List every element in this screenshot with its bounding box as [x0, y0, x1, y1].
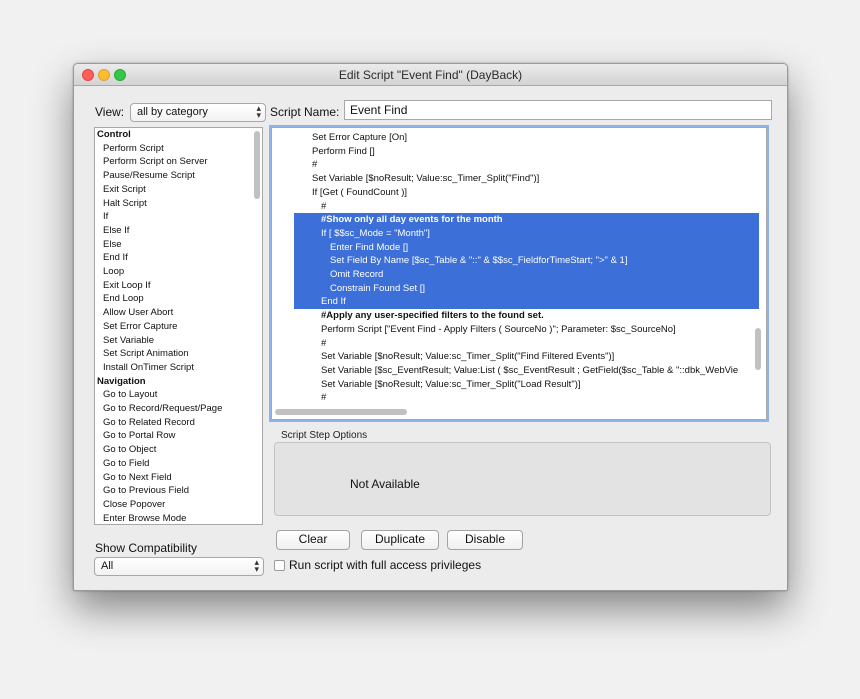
steps-list-item[interactable]: Go to Object: [95, 443, 262, 457]
script-line[interactable]: Set Variable [$noResult; Value:sc_Timer_…: [294, 378, 759, 392]
script-line-text: End If: [321, 296, 346, 308]
script-line-text: Constrain Found Set []: [330, 282, 426, 294]
script-line-text: Set Variable [$sc_EventResult; Value:Lis…: [321, 364, 739, 376]
steps-list-item[interactable]: Go to Record/Request/Page: [95, 402, 262, 416]
script-line[interactable]: #: [294, 158, 759, 172]
steps-list-item[interactable]: Perform Script: [95, 142, 262, 156]
steps-list-item[interactable]: Go to Related Record: [95, 416, 262, 430]
steps-list-item[interactable]: End If: [95, 251, 262, 265]
script-line-text: Omit Record: [330, 269, 384, 280]
script-step-options-panel: Not Available: [274, 442, 771, 516]
steps-category: Control: [97, 129, 131, 140]
steps-list-item[interactable]: Else: [95, 238, 262, 252]
steps-list-item[interactable]: Go to Previous Field: [95, 484, 262, 498]
script-line-text: #Show only all day events for the month: [321, 214, 503, 226]
script-line[interactable]: Set Error Capture [On]: [294, 131, 759, 145]
steps-list-item[interactable]: Exit Script: [95, 183, 262, 197]
select-arrows-icon: ▴ ▾: [254, 557, 259, 574]
view-label: View:: [95, 105, 125, 119]
script-line[interactable]: #Show only all day events for the month: [294, 213, 759, 227]
script-line-text: Set Error Capture [On]: [312, 132, 408, 143]
edit-script-window: Edit Script "Event Find" (DayBack) View:…: [73, 63, 788, 591]
compatibility-select-value: All: [101, 560, 114, 572]
steps-list-item[interactable]: Go to Portal Row: [95, 429, 262, 443]
script-line[interactable]: Set Variable [$noResult; Value:sc_Timer_…: [294, 172, 759, 186]
script-line[interactable]: End If: [294, 295, 759, 310]
steps-list-item[interactable]: Else If: [95, 224, 262, 238]
view-select[interactable]: all by category ▴ ▾: [130, 103, 266, 122]
steps-list-item[interactable]: Close Popover: [95, 498, 262, 512]
compatibility-select[interactable]: All ▴ ▾: [94, 557, 264, 576]
script-steps-rows: Control Perform Script Perform Script on S…: [95, 128, 262, 524]
script-line-text: #: [321, 200, 327, 212]
script-line-text: Perform Script ["Event Find - Apply Filt…: [321, 323, 676, 335]
window-title: Edit Script "Event Find" (DayBack): [338, 68, 523, 82]
steps-category: Navigation: [97, 375, 146, 387]
steps-list-item[interactable]: End Loop: [95, 292, 262, 306]
script-line[interactable]: Constrain Found Set []: [294, 281, 759, 296]
steps-list-item[interactable]: Go to Field: [95, 457, 262, 471]
steps-list-item[interactable]: Set Error Capture: [95, 320, 262, 334]
script-line-text: Set Field By Name [$sc_Table & "::" & $$…: [330, 255, 628, 267]
script-vscrollbar-thumb[interactable]: [755, 328, 761, 370]
script-line[interactable]: #Apply any user-specified filters to the…: [294, 309, 759, 323]
script-line-text: #: [321, 392, 327, 404]
steps-list-item[interactable]: Perform Script on Server: [95, 155, 262, 169]
script-line[interactable]: Omit Record: [294, 268, 759, 282]
steps-list-item[interactable]: If: [95, 210, 262, 224]
script-line[interactable]: Set Variable [$sc_EventResult; Value:Lis…: [294, 364, 759, 378]
steps-list-item[interactable]: Go to Layout: [95, 388, 262, 402]
steps-list-item[interactable]: Halt Script: [95, 197, 262, 211]
view-select-value: all by category: [137, 106, 208, 118]
script-editor[interactable]: Set Error Capture [On] Perform Find [] # Se…: [271, 127, 767, 420]
script-name-label: Script Name:: [270, 105, 340, 119]
script-line[interactable]: Set Variable [$noResult; Value:sc_Timer_…: [294, 350, 759, 364]
steps-list-item[interactable]: Enter Browse Mode: [95, 512, 262, 524]
script-line-text: #: [312, 159, 318, 171]
steps-list-item[interactable]: Pause/Resume Script: [95, 169, 262, 183]
full-access-label: Run script with full access privileges: [289, 558, 482, 572]
steps-list-item[interactable]: Set Variable: [95, 334, 262, 348]
steps-list-item[interactable]: Set Script Animation: [95, 347, 262, 361]
steps-list-item[interactable]: Loop: [95, 265, 262, 279]
options-status: Not Available: [350, 477, 420, 491]
script-line-text: Set Variable [$noResult; Value:sc_Timer_…: [312, 173, 540, 185]
script-steps-list[interactable]: Control Perform Script Perform Script on S…: [94, 127, 263, 525]
script-line[interactable]: #: [294, 337, 759, 351]
steps-list-item[interactable]: Allow User Abort: [95, 306, 262, 320]
select-arrows-icon: ▴ ▾: [256, 103, 261, 120]
steps-scrollbar-thumb[interactable]: [254, 131, 260, 199]
duplicate-button[interactable]: Duplicate: [361, 530, 439, 550]
script-line[interactable]: If [ $$sc_Mode = "Month"]: [294, 226, 759, 241]
full-access-checkbox[interactable]: [274, 560, 285, 571]
script-line-text: Perform Find []: [312, 145, 375, 157]
script-line[interactable]: Set Field By Name [$sc_Table & "::" & $$…: [294, 254, 759, 268]
script-line-text: #Apply any user-specified filters to the…: [321, 310, 544, 322]
steps-list-item[interactable]: Go to Next Field: [95, 471, 262, 485]
script-line[interactable]: #: [294, 391, 759, 405]
script-line[interactable]: #: [294, 200, 759, 214]
show-compatibility-label: Show Compatibility: [95, 541, 198, 555]
script-line-text: Set Variable [$noResult; Value:sc_Timer_…: [321, 378, 581, 390]
script-line[interactable]: Perform Find []: [294, 145, 759, 159]
script-hscrollbar-thumb[interactable]: [275, 409, 407, 415]
title-bar[interactable]: Edit Script "Event Find" (DayBack): [74, 64, 787, 86]
script-line-text: #: [321, 337, 327, 349]
steps-list-item[interactable]: Install OnTimer Script: [95, 361, 262, 375]
script-line-text: Enter Find Mode []: [330, 241, 409, 253]
script-line[interactable]: Enter Find Mode []: [294, 240, 759, 255]
script-line-text: If [Get ( FoundCount )]: [312, 186, 408, 198]
disable-button[interactable]: Disable: [447, 530, 523, 550]
script-line-text: Set Variable [$noResult; Value:sc_Timer_…: [321, 351, 615, 363]
script-line[interactable]: If [Get ( FoundCount )]: [294, 186, 759, 200]
script-name-input[interactable]: Event Find: [344, 100, 772, 120]
steps-list-item[interactable]: Exit Loop If: [95, 279, 262, 293]
script-line-text: If [ $$sc_Mode = "Month"]: [321, 227, 430, 239]
clear-button[interactable]: Clear: [276, 530, 350, 550]
script-line[interactable]: Perform Script ["Event Find - Apply Filt…: [294, 323, 759, 337]
script-step-options-label: Script Step Options: [281, 430, 368, 441]
